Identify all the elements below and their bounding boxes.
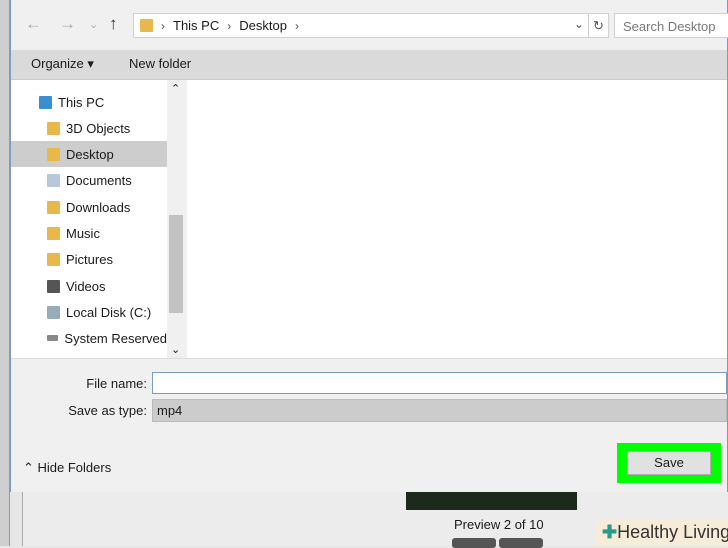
sidebar-item-label: Documents xyxy=(66,172,132,188)
breadcrumb-this-pc[interactable]: This PC xyxy=(173,18,219,33)
sidebar-item-documents[interactable]: Documents xyxy=(11,167,167,193)
computer-icon xyxy=(39,95,52,109)
back-icon[interactable]: ← xyxy=(25,14,42,34)
prev-button[interactable] xyxy=(452,538,496,548)
navigation-bar: ← → ⌄ ↑ › This PC › Desktop › ⌄ ↻ Search… xyxy=(11,0,728,50)
save-dialog: ← → ⌄ ↑ › This PC › Desktop › ⌄ ↻ Search… xyxy=(10,0,728,492)
sidebar-item-downloads[interactable]: Downloads xyxy=(11,194,167,220)
sidebar-item-pictures[interactable]: Pictures xyxy=(11,246,167,272)
scroll-up-icon[interactable]: ⌃ xyxy=(171,82,180,95)
scroll-down-icon[interactable]: ⌄ xyxy=(171,343,180,356)
sidebar-item-label: Pictures xyxy=(66,251,113,267)
sidebar-item-desktop[interactable]: Desktop xyxy=(11,141,167,167)
chevron-up-icon: ⌃ xyxy=(23,460,38,475)
background-window-edge xyxy=(0,0,10,546)
hide-folders-label: Hide Folders xyxy=(37,460,112,475)
file-name-label: File name: xyxy=(86,376,147,391)
organize-button[interactable]: Organize ▾ xyxy=(31,56,94,72)
folder-3d-icon xyxy=(47,121,60,135)
save-highlight: Save xyxy=(617,443,721,483)
sidebar-item-label: System Reserved xyxy=(64,330,167,346)
toolbar: Organize ▾ New folder xyxy=(11,50,727,80)
sidebar-item-system-reserved[interactable]: System Reserved xyxy=(11,325,167,351)
sidebar-item-label: Videos xyxy=(66,278,106,294)
preview-thumbnail xyxy=(406,492,577,510)
chevron-right-icon: › xyxy=(161,18,165,33)
save-type-label: Save as type: xyxy=(68,403,147,418)
file-list[interactable] xyxy=(187,80,727,358)
disk-icon xyxy=(47,305,60,319)
healthy-living-logo: ✚Healthy Living xyxy=(596,520,728,546)
pictures-icon xyxy=(47,252,60,266)
sidebar-item-music[interactable]: Music xyxy=(11,220,167,246)
documents-icon xyxy=(47,173,60,187)
sidebar-item-3d-objects[interactable]: 3D Objects xyxy=(11,115,167,141)
drive-icon xyxy=(47,335,59,341)
sidebar-scrollbar[interactable]: ⌃ ⌄ xyxy=(167,80,185,358)
breadcrumb-desktop[interactable]: Desktop xyxy=(239,18,287,33)
sidebar-item-videos[interactable]: Videos xyxy=(11,273,167,299)
search-input[interactable]: Search Desktop xyxy=(614,13,728,38)
preview-counter: Preview 2 of 10 xyxy=(454,517,544,532)
up-icon[interactable]: ↑ xyxy=(109,14,118,34)
sidebar-item-label: 3D Objects xyxy=(66,120,131,136)
address-bar[interactable]: › This PC › Desktop › ⌄ xyxy=(133,13,589,38)
scrollbar-thumb[interactable] xyxy=(169,215,183,313)
folder-tree: This PC 3D Objects Desktop Documents Dow… xyxy=(11,80,167,358)
sidebar-item-label: Local Disk (C:) xyxy=(66,304,152,320)
chevron-right-icon: › xyxy=(227,18,232,33)
downloads-icon xyxy=(47,200,60,214)
forward-icon[interactable]: → xyxy=(59,14,76,34)
recent-dropdown-icon[interactable]: ⌄ xyxy=(89,18,98,31)
desktop-folder-icon xyxy=(140,19,153,32)
sidebar-item-this-pc[interactable]: This PC xyxy=(11,89,167,115)
videos-icon xyxy=(47,279,60,293)
music-icon xyxy=(47,226,60,240)
new-folder-button[interactable]: New folder xyxy=(129,56,191,71)
dialog-footer: File name: Save as type: mp4 ⌃ Hide Fold… xyxy=(11,358,727,492)
chevron-right-icon: › xyxy=(294,18,299,33)
save-type-select[interactable]: mp4 xyxy=(152,399,727,422)
sidebar-item-local-disk[interactable]: Local Disk (C:) xyxy=(11,299,167,325)
save-button[interactable]: Save xyxy=(627,451,711,475)
sidebar-item-label: Downloads xyxy=(66,199,131,215)
hide-folders-button[interactable]: ⌃ Hide Folders xyxy=(23,460,111,476)
sidebar-item-label: Music xyxy=(66,225,100,241)
file-name-input[interactable] xyxy=(152,372,727,394)
next-button[interactable] xyxy=(499,538,543,548)
sidebar-item-label: This PC xyxy=(58,94,105,110)
chevron-down-icon[interactable]: ⌄ xyxy=(574,17,584,31)
sidebar-item-label: Desktop xyxy=(66,146,114,162)
refresh-icon[interactable]: ↻ xyxy=(589,13,609,38)
desktop-folder-icon xyxy=(47,147,60,161)
